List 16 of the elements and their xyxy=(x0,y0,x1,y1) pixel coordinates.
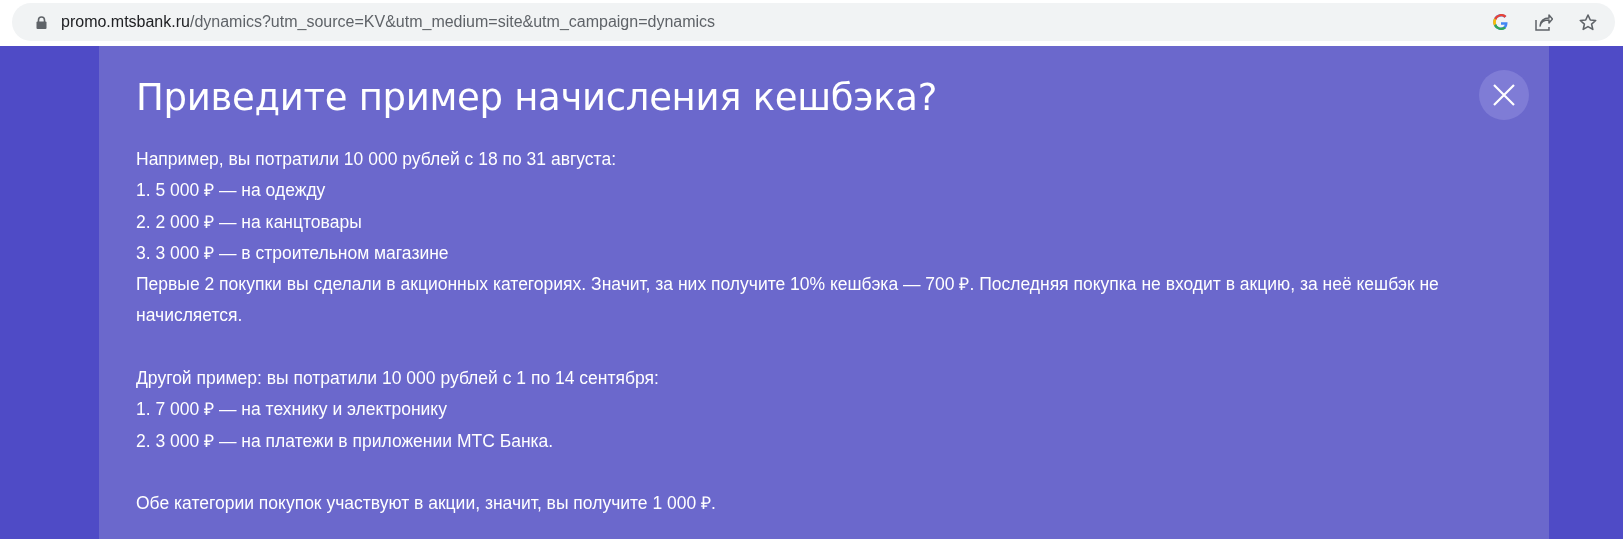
text-line: 1. 7 000 ₽ — на технику и электронику xyxy=(136,398,448,422)
text-line: Другой пример: вы потратили 10 000 рублей с 1 по 14 сентября: xyxy=(136,367,660,391)
text-line: 3. 3 000 ₽ — в строительном магазине xyxy=(136,241,450,265)
star-icon[interactable] xyxy=(1579,13,1597,31)
g-logo-icon[interactable] xyxy=(1493,14,1509,30)
text-line: Первые 2 покупки вы сделали в акционных категориях. Значит, за них получите 10% кешбэка — 700 ₽. Последняя покупка не входит в акцию, за неё кешбэк не начисляется. xyxy=(136,273,1440,328)
text-line: 2. 3 000 ₽ — на платежи в приложении МТС Банка. xyxy=(136,429,555,453)
close-button[interactable] xyxy=(1479,70,1529,120)
close-icon xyxy=(1492,83,1516,107)
dialog-title: Приведите пример начисления кешбэка? xyxy=(136,76,937,119)
text-line: 2. 2 000 ₽ — на канцтовары xyxy=(136,210,363,234)
text-line: 1. 5 000 ₽ — на одежду xyxy=(136,179,327,203)
share-icon[interactable] xyxy=(1535,13,1553,31)
lock-icon[interactable] xyxy=(36,15,47,29)
text-line: Обе категории покупок участвуют в акции, значит, вы получите 1 000 ₽. xyxy=(136,492,717,516)
text-line: Например, вы потратили 10 000 рублей с 18 по 31 августа: xyxy=(136,148,618,171)
